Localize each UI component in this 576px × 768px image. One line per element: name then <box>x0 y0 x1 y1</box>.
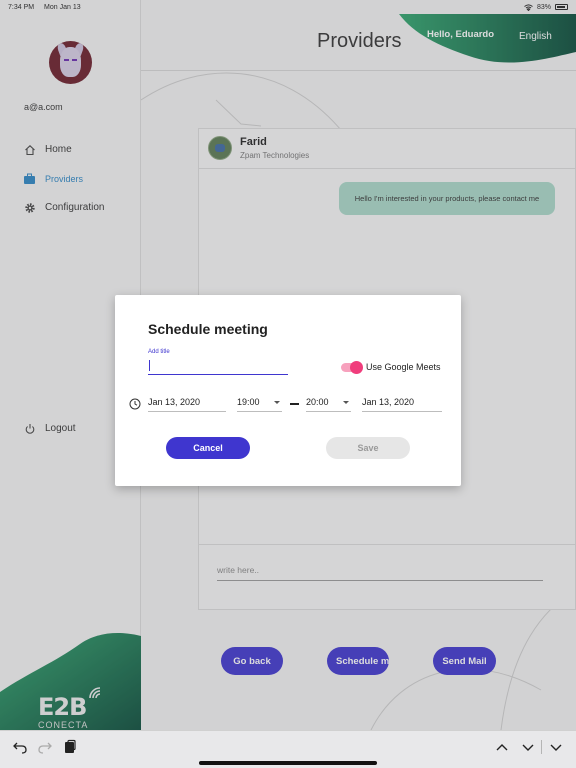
toolbar-divider <box>541 740 542 754</box>
keyboard-toolbar <box>0 730 576 768</box>
end-date-value: Jan 13, 2020 <box>362 397 415 407</box>
time-range-dash <box>290 403 299 405</box>
start-time-select[interactable]: 19:00 <box>237 395 282 412</box>
cancel-button[interactable]: Cancel <box>166 437 250 459</box>
home-indicator <box>199 761 377 765</box>
end-time-select[interactable]: 20:00 <box>306 395 351 412</box>
google-meets-label: Use Google Meets <box>366 362 441 372</box>
end-time-value: 20:00 <box>306 397 329 407</box>
hide-keyboard-icon[interactable] <box>548 739 564 755</box>
redo-icon[interactable] <box>37 739 53 755</box>
title-field-label: Add title <box>148 349 170 355</box>
chevron-up-icon[interactable] <box>494 739 510 755</box>
start-date-value: Jan 13, 2020 <box>148 397 201 407</box>
meeting-title-input[interactable] <box>148 358 288 375</box>
undo-icon[interactable] <box>12 739 28 755</box>
chevron-down-icon[interactable] <box>520 739 536 755</box>
paste-icon[interactable] <box>62 739 78 755</box>
start-date-field[interactable]: Jan 13, 2020 <box>148 395 226 412</box>
start-time-value: 19:00 <box>237 397 260 407</box>
schedule-meeting-dialog: Schedule meeting Add title Use Google Me… <box>115 295 461 486</box>
save-button[interactable]: Save <box>326 437 410 459</box>
end-date-field[interactable]: Jan 13, 2020 <box>362 395 442 412</box>
dialog-title: Schedule meeting <box>148 321 268 337</box>
clock-icon <box>129 398 141 410</box>
text-cursor <box>149 360 150 371</box>
chevron-down-icon <box>343 401 349 404</box>
chevron-down-icon <box>274 401 280 404</box>
google-meets-toggle[interactable] <box>341 361 363 374</box>
